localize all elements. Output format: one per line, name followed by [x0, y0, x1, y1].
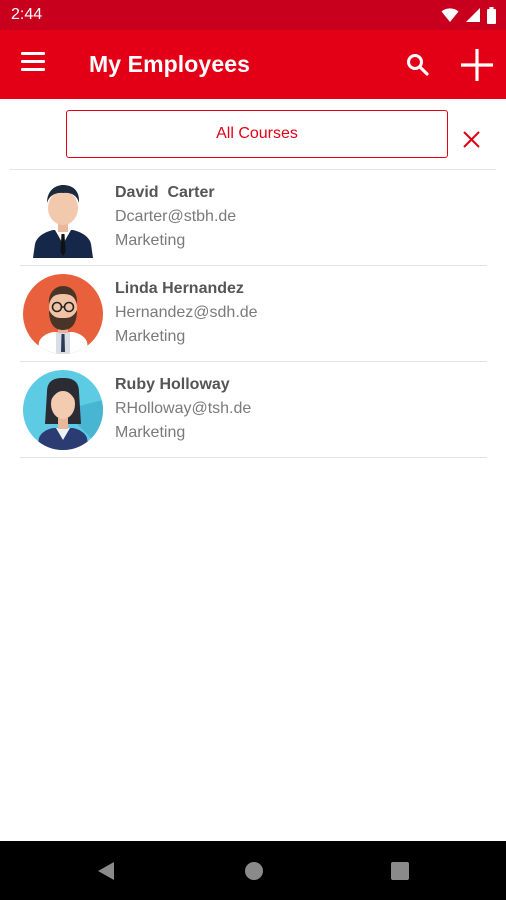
employee-department: Marketing — [115, 232, 186, 249]
employee-name: Linda Hernandez — [115, 280, 244, 297]
menu-button[interactable] — [21, 52, 49, 76]
cellular-signal-icon — [466, 8, 480, 22]
status-bar: 2:44 — [0, 0, 506, 30]
back-button[interactable] — [96, 861, 116, 881]
system-nav-bar — [0, 841, 506, 900]
woman-avatar — [23, 370, 103, 450]
course-filter-button[interactable]: All Courses — [66, 110, 448, 158]
search-button[interactable] — [404, 51, 432, 79]
home-button[interactable] — [244, 861, 264, 881]
divider — [20, 457, 487, 458]
employee-list-item[interactable]: Ruby Holloway RHolloway@tsh.de Marketing — [20, 362, 487, 458]
clear-filter-button[interactable] — [460, 127, 484, 151]
recents-icon — [391, 862, 409, 880]
employee-department: Marketing — [115, 424, 186, 441]
search-icon — [407, 54, 429, 76]
employee-name: David Carter — [115, 184, 215, 201]
status-icons — [441, 6, 496, 24]
add-employee-button[interactable] — [459, 47, 495, 83]
employee-email: RHolloway@tsh.de — [115, 400, 252, 417]
home-icon — [245, 862, 263, 880]
back-icon — [98, 862, 114, 880]
employee-list-item[interactable]: Linda Hernandez Hernandez@sdh.de Marketi… — [20, 266, 487, 362]
page-title: My Employees — [89, 51, 250, 77]
menu-icon — [21, 52, 49, 71]
man-suit-avatar — [33, 185, 93, 258]
recents-button[interactable] — [390, 861, 410, 881]
employee-department: Marketing — [115, 328, 186, 345]
status-time: 2:44 — [11, 6, 43, 23]
wifi-icon — [441, 8, 459, 22]
add-icon — [461, 49, 493, 81]
app-bar: My Employees — [0, 30, 506, 99]
close-icon — [463, 131, 480, 148]
course-filter-label: All Courses — [216, 125, 298, 142]
employee-list-item[interactable]: David Carter Dcarter@stbh.de Marketing — [20, 170, 487, 266]
employee-email: Hernandez@sdh.de — [115, 304, 258, 321]
employee-name: Ruby Holloway — [115, 376, 230, 393]
battery-icon — [487, 6, 496, 24]
employee-email: Dcarter@stbh.de — [115, 208, 237, 225]
bearded-man-avatar — [23, 274, 103, 354]
